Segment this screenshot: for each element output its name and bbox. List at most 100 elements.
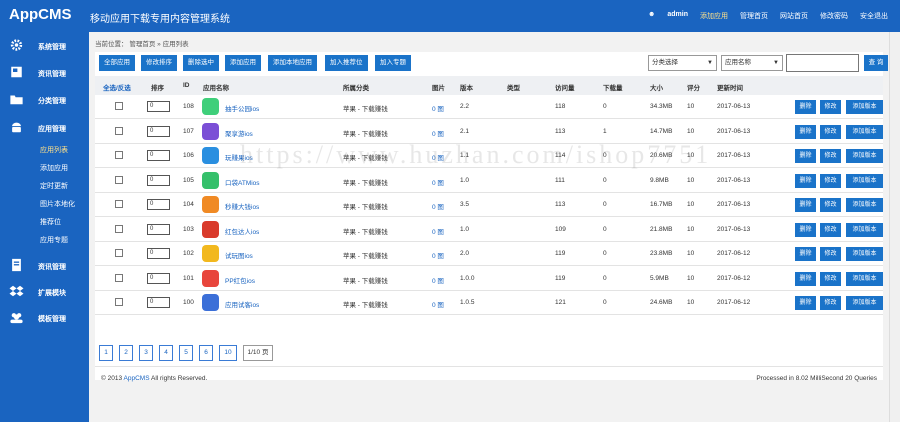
app-name-link[interactable]: 应用试客ios: [225, 299, 259, 309]
page-link[interactable]: 2: [119, 345, 133, 361]
sidebar-item-scheduled-update[interactable]: 定时更新: [40, 181, 68, 191]
sidebar-section-apps[interactable]: 应用管理: [0, 118, 89, 138]
add-to-recommend-button[interactable]: 加入推荐位: [325, 55, 368, 71]
delete-button[interactable]: 删除: [795, 124, 816, 139]
page-link[interactable]: 1: [99, 345, 113, 361]
category-select[interactable]: 分类选择 ▼: [648, 55, 717, 71]
sidebar-item-recommend[interactable]: 推荐位: [40, 217, 61, 227]
add-to-topic-button[interactable]: 加入专题: [375, 55, 411, 71]
add-version-button[interactable]: 添加版本: [846, 296, 883, 310]
add-version-button[interactable]: 添加版本: [846, 271, 883, 286]
row-checkbox[interactable]: [115, 126, 123, 135]
app-images-link[interactable]: 0 图: [432, 201, 444, 211]
app-images-link[interactable]: 0 图: [432, 250, 444, 260]
row-checkbox[interactable]: [115, 249, 123, 257]
app-images-link[interactable]: 0 图: [432, 128, 444, 138]
sidebar-section-templates[interactable]: 模板管理: [0, 308, 89, 328]
app-images-link[interactable]: 0 图: [432, 103, 444, 113]
row-checkbox[interactable]: [115, 102, 123, 110]
row-checkbox[interactable]: [115, 224, 123, 233]
delete-button[interactable]: 删除: [795, 198, 816, 212]
brand-link[interactable]: AppCMS: [124, 375, 150, 382]
breadcrumb-home[interactable]: 管理首页: [129, 41, 155, 48]
edit-button[interactable]: 修改: [820, 198, 841, 212]
app-images-link[interactable]: 0 图: [432, 152, 444, 162]
update-sort-button[interactable]: 修改排序: [141, 55, 177, 71]
app-name-link[interactable]: 试玩图ios: [225, 250, 253, 260]
sidebar-section-news2[interactable]: 资讯管理: [0, 256, 89, 276]
delete-button[interactable]: 删除: [795, 296, 816, 310]
sort-input[interactable]: 0: [147, 101, 170, 112]
add-app-button[interactable]: 添加应用: [225, 55, 261, 71]
app-name-link[interactable]: 抽手公园ios: [225, 103, 259, 113]
delete-button[interactable]: 删除: [795, 222, 816, 237]
sidebar-item-image-localize[interactable]: 图片本地化: [40, 199, 75, 209]
vertical-scrollbar[interactable]: [889, 32, 900, 422]
topnav-change-password[interactable]: 修改密码: [820, 11, 848, 21]
edit-button[interactable]: 修改: [820, 149, 841, 163]
sidebar-item-topics[interactable]: 应用专题: [40, 235, 68, 245]
page-link[interactable]: 4: [159, 345, 173, 361]
select-all-toggle[interactable]: 全选/反选: [103, 82, 131, 92]
sidebar-section-system[interactable]: 系统管理: [0, 36, 89, 56]
topnav-admin-home[interactable]: 管理首页: [740, 11, 768, 21]
sidebar-item-add-app[interactable]: 添加应用: [40, 163, 68, 173]
topnav-logout[interactable]: 安全退出: [860, 11, 888, 21]
delete-selected-button[interactable]: 删除选中: [183, 55, 219, 71]
search-input[interactable]: [786, 54, 859, 72]
delete-button[interactable]: 删除: [795, 271, 816, 286]
sort-input[interactable]: 0: [147, 248, 170, 259]
app-images-link[interactable]: 0 图: [432, 226, 444, 236]
add-version-button[interactable]: 添加版本: [846, 198, 883, 212]
add-version-button[interactable]: 添加版本: [846, 247, 883, 261]
app-name-link[interactable]: 聚享游ios: [225, 128, 253, 138]
app-name-link[interactable]: 秒赚大钱ios: [225, 201, 259, 211]
delete-button[interactable]: 删除: [795, 173, 816, 188]
edit-button[interactable]: 修改: [820, 247, 841, 261]
topnav-site-home[interactable]: 网站首页: [780, 11, 808, 21]
row-checkbox[interactable]: [115, 175, 123, 184]
delete-button[interactable]: 删除: [795, 149, 816, 163]
edit-button[interactable]: 修改: [820, 100, 841, 114]
add-local-app-button[interactable]: 添加本地应用: [268, 55, 317, 71]
row-checkbox[interactable]: [115, 200, 123, 208]
page-link[interactable]: 10: [219, 345, 237, 361]
row-checkbox[interactable]: [115, 298, 123, 306]
sidebar-section-extensions[interactable]: 扩展模块: [0, 282, 89, 302]
edit-button[interactable]: 修改: [820, 222, 841, 237]
delete-button[interactable]: 删除: [795, 100, 816, 114]
sort-input[interactable]: 0: [147, 125, 170, 137]
add-version-button[interactable]: 添加版本: [846, 149, 883, 163]
app-images-link[interactable]: 0 图: [432, 177, 444, 187]
sort-input[interactable]: 0: [147, 297, 170, 308]
sidebar-section-news[interactable]: 资讯管理: [0, 63, 89, 83]
app-name-link[interactable]: 红包达人ios: [225, 226, 259, 236]
add-version-button[interactable]: 添加版本: [846, 124, 883, 139]
app-name-link[interactable]: 玩赚果ios: [225, 152, 253, 162]
edit-button[interactable]: 修改: [820, 296, 841, 310]
edit-button[interactable]: 修改: [820, 271, 841, 286]
topnav-add-app[interactable]: 添加应用: [700, 11, 728, 21]
add-version-button[interactable]: 添加版本: [846, 173, 883, 188]
sort-input[interactable]: 0: [147, 272, 170, 284]
page-link[interactable]: 6: [199, 345, 213, 361]
field-select[interactable]: 应用名称 ▼: [721, 55, 783, 71]
sidebar-item-app-list[interactable]: 应用列表: [40, 145, 68, 155]
row-checkbox[interactable]: [115, 151, 123, 159]
sort-input[interactable]: 0: [147, 199, 170, 210]
add-version-button[interactable]: 添加版本: [846, 100, 883, 114]
edit-button[interactable]: 修改: [820, 173, 841, 188]
app-name-link[interactable]: 口袋ATMios: [225, 177, 260, 187]
row-checkbox[interactable]: [115, 273, 123, 282]
edit-button[interactable]: 修改: [820, 124, 841, 139]
sort-input[interactable]: 0: [147, 223, 170, 235]
delete-button[interactable]: 删除: [795, 247, 816, 261]
query-button[interactable]: 查 询: [864, 55, 888, 71]
app-name-link[interactable]: PP红包ios: [225, 275, 255, 285]
app-images-link[interactable]: 0 图: [432, 299, 444, 309]
sort-input[interactable]: 0: [147, 150, 170, 161]
app-images-link[interactable]: 0 图: [432, 275, 444, 285]
sort-input[interactable]: 0: [147, 174, 170, 186]
add-version-button[interactable]: 添加版本: [846, 222, 883, 237]
all-apps-button[interactable]: 全部应用: [99, 55, 135, 71]
